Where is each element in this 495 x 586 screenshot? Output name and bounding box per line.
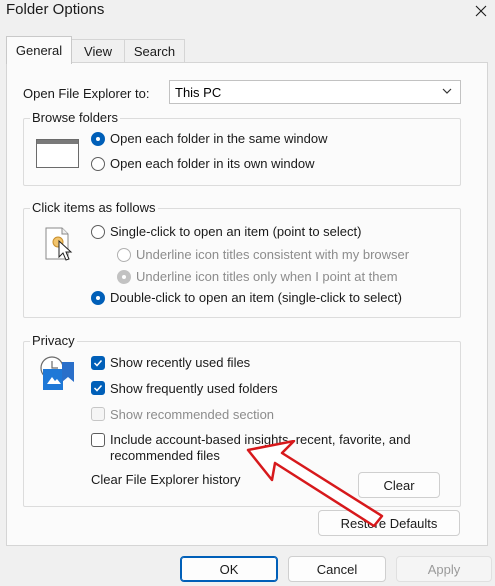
show-frequent-folders-checkbox[interactable]: [91, 381, 105, 395]
clear-history-label: Clear File Explorer history: [91, 472, 241, 487]
cancel-button-label: Cancel: [316, 561, 358, 577]
underline-point-radio[interactable]: [117, 270, 131, 284]
browse-folders-group: [23, 118, 461, 186]
checkmark-icon: [93, 384, 103, 392]
include-account-insights-checkbox[interactable]: [91, 433, 105, 447]
click-pointer-illustration-icon: [45, 227, 75, 263]
browse-folders-illustration-icon: [36, 139, 79, 168]
double-click-radio[interactable]: [91, 291, 105, 305]
click-items-label: Click items as follows: [30, 200, 158, 215]
tab-search-label: Search: [133, 44, 176, 59]
annotation-arrow-icon: [246, 440, 386, 530]
include-account-insights-label-line2[interactable]: recommended files: [110, 448, 220, 463]
show-frequent-folders-label[interactable]: Show frequently used folders: [110, 381, 278, 396]
underline-browser-label[interactable]: Underline icon titles consistent with my…: [136, 247, 409, 262]
privacy-illustration-icon: [38, 354, 78, 392]
own-window-radio[interactable]: [91, 157, 105, 171]
tab-general-label: General: [15, 43, 63, 58]
open-file-explorer-value: This PC: [175, 84, 222, 100]
open-file-explorer-select[interactable]: This PC: [169, 80, 461, 104]
apply-button[interactable]: Apply: [396, 556, 492, 582]
show-recommended-label[interactable]: Show recommended section: [110, 407, 274, 422]
clear-history-button-label: Clear: [383, 477, 415, 493]
tab-search[interactable]: Search: [124, 39, 185, 63]
checkmark-icon: [93, 359, 103, 367]
browse-folders-label: Browse folders: [30, 110, 120, 125]
open-file-explorer-label: Open File Explorer to:: [23, 86, 150, 101]
show-recommended-checkbox[interactable]: [91, 407, 105, 421]
tab-view[interactable]: View: [71, 39, 125, 63]
ok-button-label: OK: [219, 561, 239, 577]
show-recent-files-label[interactable]: Show recently used files: [110, 355, 250, 370]
ok-button[interactable]: OK: [180, 556, 278, 582]
single-click-radio[interactable]: [91, 225, 105, 239]
own-window-label[interactable]: Open each folder in its own window: [110, 156, 315, 171]
tab-view-label: View: [84, 44, 112, 59]
chevron-down-icon: [442, 88, 452, 94]
cancel-button[interactable]: Cancel: [288, 556, 386, 582]
same-window-label[interactable]: Open each folder in the same window: [110, 131, 328, 146]
underline-point-label[interactable]: Underline icon titles only when I point …: [136, 269, 398, 284]
single-click-label[interactable]: Single-click to open an item (point to s…: [110, 224, 361, 239]
tab-general[interactable]: General: [6, 36, 72, 64]
privacy-label: Privacy: [30, 333, 77, 348]
close-icon: [475, 5, 487, 17]
apply-button-label: Apply: [427, 561, 461, 577]
double-click-label[interactable]: Double-click to open an item (single-cli…: [110, 290, 402, 305]
same-window-radio[interactable]: [91, 132, 105, 146]
underline-browser-radio[interactable]: [117, 248, 131, 262]
close-button[interactable]: [470, 0, 492, 23]
title-bar: Folder Options: [0, 0, 495, 30]
show-recent-files-checkbox[interactable]: [91, 356, 105, 370]
window-title: Folder Options: [6, 1, 105, 18]
